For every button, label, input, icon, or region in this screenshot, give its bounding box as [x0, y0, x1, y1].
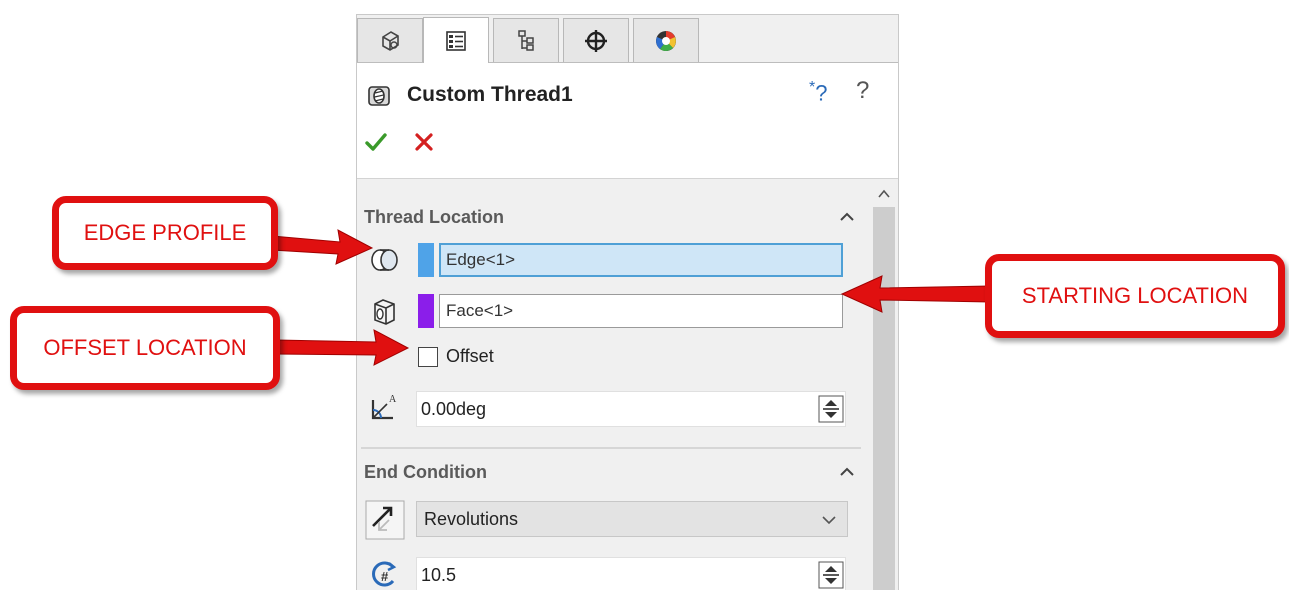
svg-text:A: A: [389, 394, 397, 405]
reverse-direction-icon[interactable]: [365, 500, 405, 540]
scrollbar-thumb[interactable]: [873, 207, 895, 590]
offset-checkbox[interactable]: [418, 347, 438, 367]
tab-property-manager[interactable]: [423, 17, 489, 63]
property-manager-content: Thread Location Edge<1> Face<1> Offset A: [357, 179, 898, 590]
dimxpert-manager-icon: [585, 29, 607, 52]
thread-location-title: Thread Location: [364, 207, 505, 227]
tab-feature-manager[interactable]: [357, 18, 423, 62]
whats-wrong-help-button[interactable]: *?: [809, 79, 827, 106]
checkmark-icon[interactable]: [363, 129, 389, 155]
angle-icon: A: [371, 394, 397, 420]
end-condition-group-header[interactable]: End Condition: [357, 456, 862, 490]
edge-selection-icon: [371, 249, 398, 271]
spinner-icon[interactable]: [818, 561, 844, 589]
configuration-manager-icon: [518, 29, 534, 51]
group-divider: [361, 447, 861, 449]
chevron-up-icon[interactable]: [837, 462, 857, 482]
help-button[interactable]: ?: [856, 77, 869, 105]
end-condition-value: Revolutions: [424, 509, 519, 529]
manager-tab-bar: [357, 15, 898, 63]
property-manager-panel: Custom Thread1 *? ? Thread Location Edge…: [356, 14, 899, 590]
offset-label: Offset: [446, 346, 494, 366]
offset-location-callout: OFFSET LOCATION: [10, 306, 280, 390]
end-condition-title: End Condition: [364, 462, 487, 482]
thread-feature-icon: [368, 86, 390, 106]
revolutions-input[interactable]: 10.5: [416, 557, 846, 590]
property-manager-icon: [446, 30, 466, 51]
starting-location-label: STARTING LOCATION: [1021, 283, 1249, 308]
close-icon[interactable]: [413, 131, 435, 153]
feature-manager-icon: [382, 30, 399, 51]
vertical-scrollbar[interactable]: [870, 179, 898, 590]
whats-wrong-mark: ?: [815, 80, 828, 106]
edge-profile-label: EDGE PROFILE: [83, 220, 247, 245]
revolutions-icon: #: [372, 561, 397, 587]
tab-display-manager[interactable]: [633, 18, 699, 62]
scroll-up-icon[interactable]: [876, 187, 892, 201]
display-manager-icon: [656, 30, 676, 51]
face-selection-icon: [374, 299, 395, 325]
edge-selection-box[interactable]: Edge<1>: [439, 243, 843, 277]
face-color-swatch: [418, 294, 434, 328]
starting-location-callout: STARTING LOCATION: [985, 254, 1285, 338]
face-selection-box[interactable]: Face<1>: [439, 294, 843, 328]
revolutions-value: 10.5: [421, 565, 457, 585]
end-condition-dropdown[interactable]: Revolutions: [416, 501, 848, 537]
page-title: Custom Thread1: [407, 83, 573, 106]
offset-location-label: OFFSET LOCATION: [43, 335, 247, 360]
angle-input[interactable]: 0.00deg: [416, 391, 846, 427]
chevron-up-icon[interactable]: [837, 207, 857, 227]
spinner-icon[interactable]: [818, 395, 844, 423]
svg-text:#: #: [381, 569, 389, 584]
tab-configuration-manager[interactable]: [493, 18, 559, 62]
edge-color-swatch: [418, 243, 434, 277]
edge-profile-callout: EDGE PROFILE: [52, 196, 278, 270]
angle-value: 0.00deg: [421, 399, 487, 419]
property-manager-header: Custom Thread1 *? ?: [357, 63, 898, 179]
chevron-down-icon: [822, 516, 836, 525]
tab-dimxpert-manager[interactable]: [563, 18, 629, 62]
thread-location-group-header[interactable]: Thread Location: [357, 201, 862, 235]
